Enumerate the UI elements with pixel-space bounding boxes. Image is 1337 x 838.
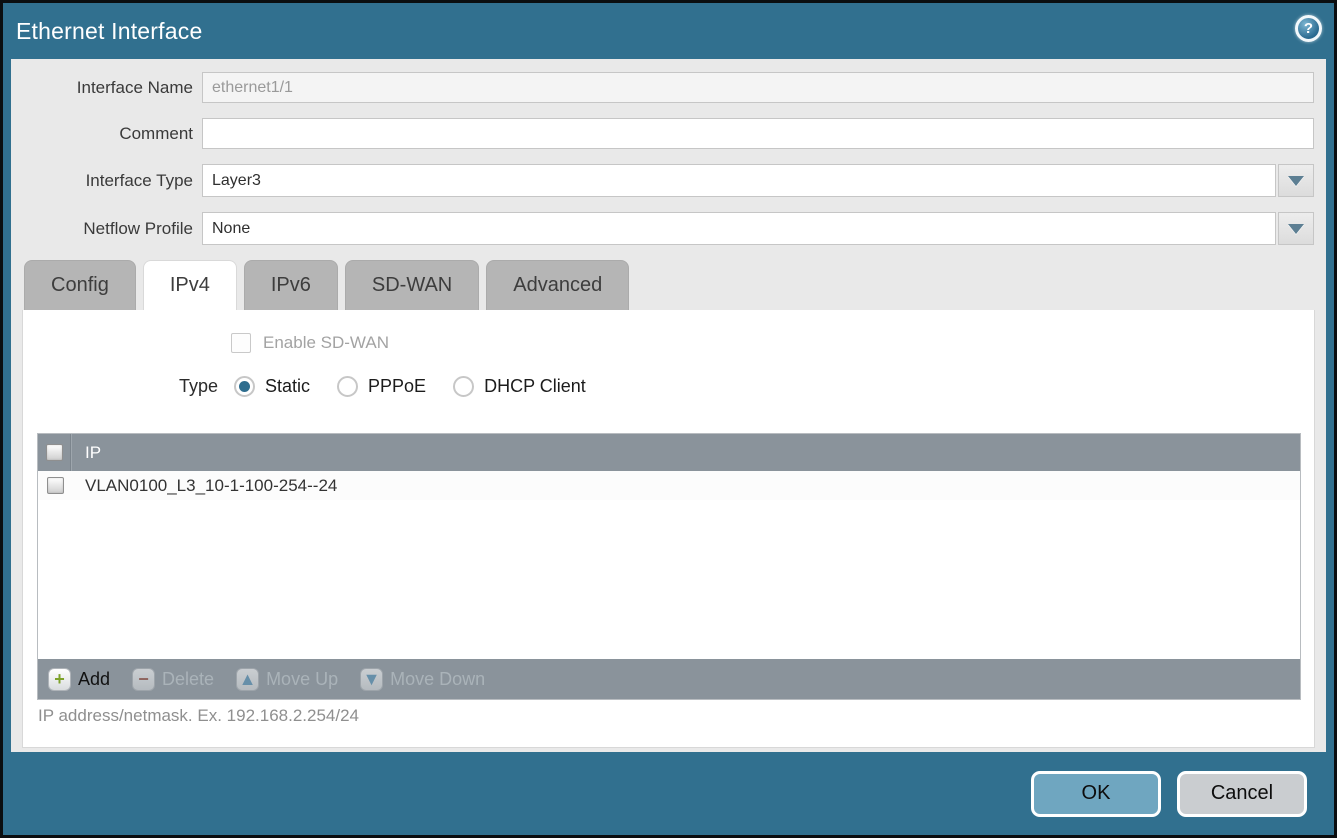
comment-row: Comment <box>11 118 1326 149</box>
move-up-button[interactable]: ▲ Move Up <box>236 668 338 691</box>
interface-name-row: Interface Name <box>11 72 1326 103</box>
chevron-down-icon <box>1288 176 1304 186</box>
ip-address-value: VLAN0100_L3_10-1-100-254--24 <box>72 476 337 496</box>
minus-icon: − <box>132 668 155 691</box>
add-button[interactable]: + Add <box>48 668 110 691</box>
comment-label: Comment <box>11 124 202 144</box>
plus-icon: + <box>48 668 71 691</box>
netflow-profile-label: Netflow Profile <box>11 219 202 239</box>
radio-dhcp-client[interactable]: DHCP Client <box>453 376 586 397</box>
delete-button[interactable]: − Delete <box>132 668 214 691</box>
radio-icon <box>234 376 255 397</box>
dialog-footer: OK Cancel <box>3 752 1334 835</box>
dialog-titlebar: Ethernet Interface ? <box>3 3 1334 59</box>
radio-static[interactable]: Static <box>234 376 310 397</box>
netflow-profile-row: Netflow Profile <box>11 212 1326 245</box>
ethernet-interface-dialog: Ethernet Interface ? Interface Name Comm… <box>0 0 1337 838</box>
dialog-body: Interface Name Comment Interface Type Ne… <box>11 59 1326 752</box>
tab-bar: Config IPv4 IPv6 SD-WAN Advanced <box>11 260 1326 310</box>
radio-pppoe[interactable]: PPPoE <box>337 376 426 397</box>
tab-sdwan[interactable]: SD-WAN <box>345 260 479 310</box>
interface-type-row: Interface Type <box>11 164 1326 197</box>
arrow-up-icon: ▲ <box>236 668 259 691</box>
table-toolbar: + Add − Delete ▲ Move Up ▼ Move Down <box>38 659 1300 699</box>
radio-static-label: Static <box>265 376 310 397</box>
interface-name-field <box>202 72 1314 103</box>
dialog-title: Ethernet Interface <box>16 18 202 45</box>
interface-type-dropdown-button[interactable] <box>1278 164 1314 197</box>
enable-sdwan-checkbox[interactable] <box>231 333 251 353</box>
ip-table-body: VLAN0100_L3_10-1-100-254--24 <box>38 471 1300 659</box>
chevron-down-icon <box>1288 224 1304 234</box>
ok-button[interactable]: OK <box>1031 771 1161 817</box>
row-checkbox[interactable] <box>47 477 64 494</box>
netflow-profile-dropdown-button[interactable] <box>1278 212 1314 245</box>
interface-type-field[interactable] <box>202 164 1276 197</box>
tab-ipv4[interactable]: IPv4 <box>143 260 237 310</box>
tab-advanced[interactable]: Advanced <box>486 260 629 310</box>
tab-ipv6[interactable]: IPv6 <box>244 260 338 310</box>
ip-table-header: IP <box>38 434 1300 471</box>
radio-icon <box>453 376 474 397</box>
help-icon[interactable]: ? <box>1295 15 1322 42</box>
netflow-profile-field[interactable] <box>202 212 1276 245</box>
type-radio-group: Type Static PPPoE DHCP Client <box>178 376 1314 397</box>
ip-format-hint: IP address/netmask. Ex. 192.168.2.254/24 <box>38 706 359 726</box>
arrow-down-icon: ▼ <box>360 668 383 691</box>
ipv4-tab-panel: Enable SD-WAN Type Static PPPoE DHCP Cli… <box>22 310 1315 748</box>
cancel-button[interactable]: Cancel <box>1177 771 1307 817</box>
enable-sdwan-row: Enable SD-WAN <box>231 310 1314 353</box>
tab-config[interactable]: Config <box>24 260 136 310</box>
interface-type-label: Interface Type <box>11 171 202 191</box>
ip-column-header: IP <box>72 443 101 463</box>
radio-pppoe-label: PPPoE <box>368 376 426 397</box>
select-all-checkbox[interactable] <box>46 444 63 461</box>
move-down-button[interactable]: ▼ Move Down <box>360 668 485 691</box>
comment-field[interactable] <box>202 118 1314 149</box>
radio-icon <box>337 376 358 397</box>
type-label: Type <box>178 376 218 397</box>
ip-address-table: IP VLAN0100_L3_10-1-100-254--24 + Add <box>37 433 1301 700</box>
interface-name-label: Interface Name <box>11 78 202 98</box>
table-row[interactable]: VLAN0100_L3_10-1-100-254--24 <box>38 471 1300 500</box>
enable-sdwan-label: Enable SD-WAN <box>263 333 389 353</box>
radio-dhcp-label: DHCP Client <box>484 376 586 397</box>
